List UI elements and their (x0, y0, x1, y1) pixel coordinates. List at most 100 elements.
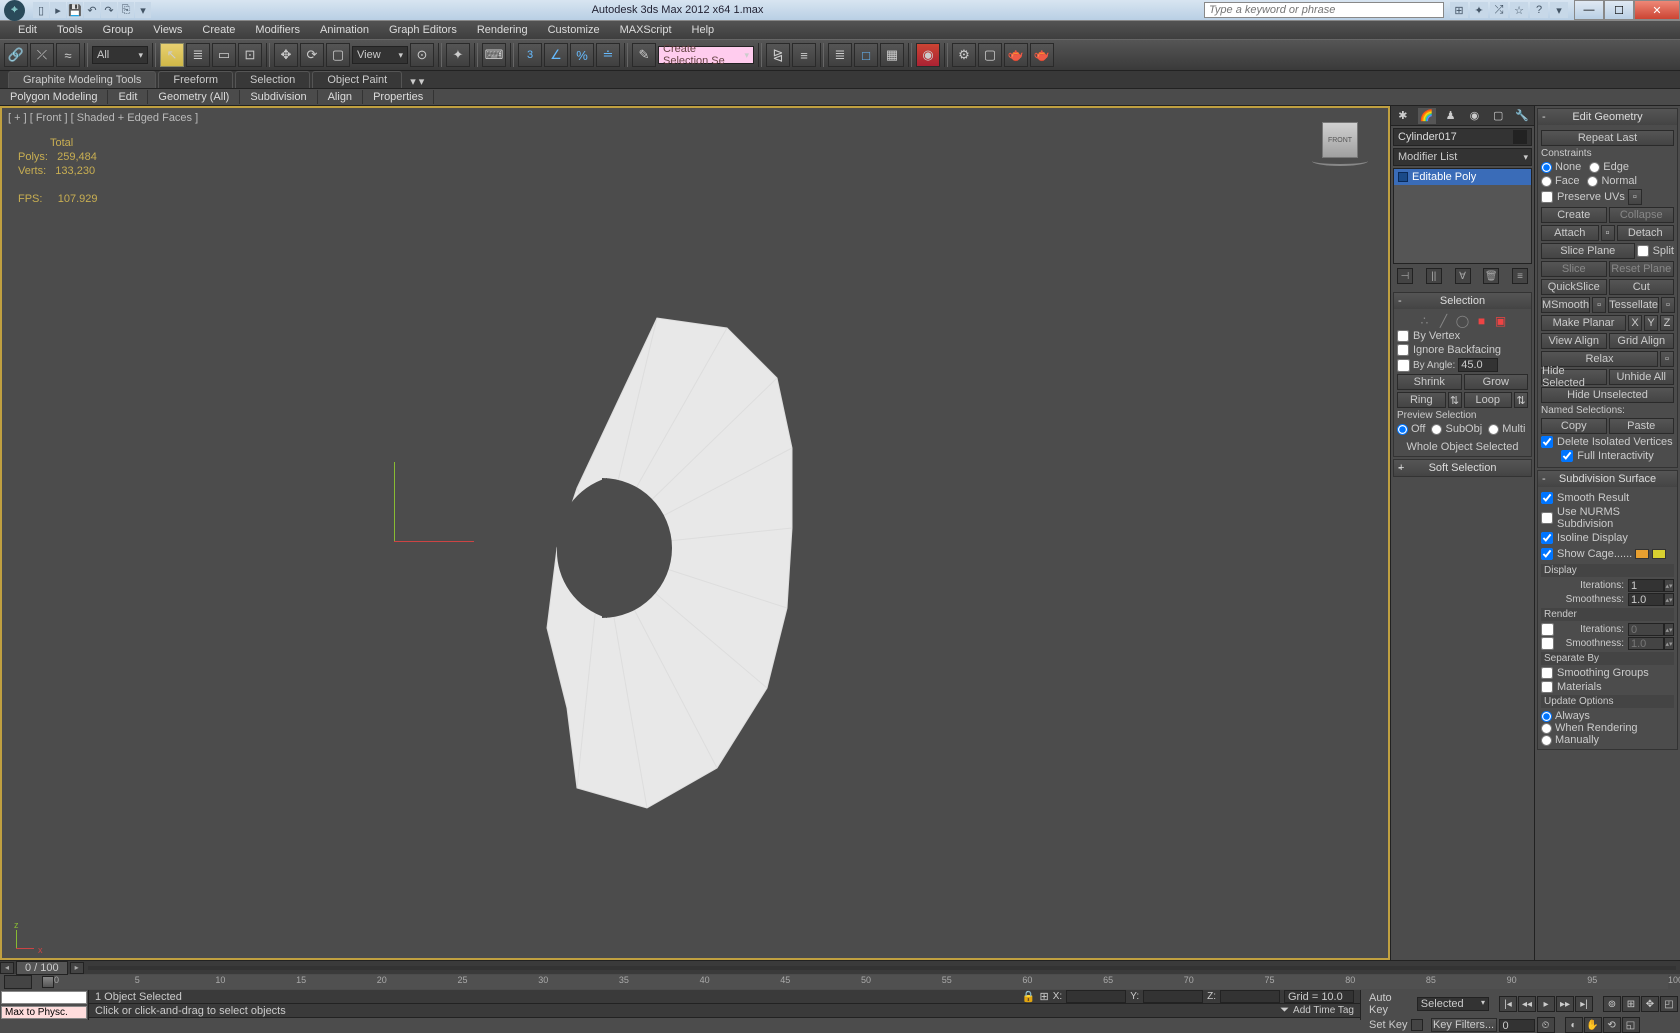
ribbon-expand-icon[interactable]: ▾ ▾ (410, 75, 424, 88)
delete-isolated-checkbox[interactable]: Delete Isolated Vertices (1541, 436, 1674, 448)
unhide-all-button[interactable]: Unhide All (1609, 369, 1675, 385)
menu-tools[interactable]: Tools (47, 22, 93, 38)
border-icon[interactable]: ◯ (1455, 314, 1471, 328)
full-interactivity-checkbox[interactable]: Full Interactivity (1541, 450, 1674, 462)
menu-views[interactable]: Views (143, 22, 192, 38)
menu-rendering[interactable]: Rendering (467, 22, 538, 38)
unique-icon[interactable]: ∀ (1455, 268, 1471, 284)
by-angle-spinner[interactable] (1458, 358, 1498, 372)
undo-icon[interactable]: ↶ (84, 2, 100, 18)
z-coord-input[interactable] (1220, 990, 1280, 1003)
next-frame-icon[interactable]: ▸▸ (1556, 996, 1574, 1012)
tab-object-paint[interactable]: Object Paint (312, 71, 402, 88)
new-icon[interactable]: ▯ (33, 2, 49, 18)
modifier-stack[interactable]: Editable Poly (1393, 168, 1532, 264)
nav-3-icon[interactable]: ✥ (1641, 996, 1659, 1012)
schematic-icon[interactable]: ▦ (880, 43, 904, 67)
hide-unselected-button[interactable]: Hide Unselected (1541, 387, 1674, 403)
transform-type-icon[interactable]: ⊞ (1040, 990, 1049, 1003)
mesh-object[interactable] (517, 228, 837, 868)
create-tab-icon[interactable]: ✱ (1394, 108, 1412, 124)
repeat-last-button[interactable]: Repeat Last (1541, 130, 1674, 146)
edit-geometry-header[interactable]: Edit Geometry (1538, 109, 1677, 125)
hierarchy-tab-icon[interactable]: ♟ (1442, 108, 1460, 124)
time-config-icon[interactable]: ⏲ (1537, 1017, 1555, 1033)
maximize-button[interactable]: ☐ (1604, 0, 1634, 20)
display-iterations-spinner[interactable]: Iterations:1▴▾ (1541, 579, 1674, 592)
tab-freeform[interactable]: Freeform (158, 71, 233, 88)
play-icon[interactable]: ▸ (1537, 996, 1555, 1012)
slice-button[interactable]: Slice (1541, 261, 1607, 277)
tessellate-button[interactable]: Tessellate (1608, 297, 1659, 313)
show-end-icon[interactable]: || (1426, 268, 1442, 284)
menu-create[interactable]: Create (192, 22, 245, 38)
tessellate-settings-icon[interactable]: ▫ (1661, 297, 1675, 313)
rendered-frame-icon[interactable]: ▢ (978, 43, 1002, 67)
grow-button[interactable]: Grow (1464, 374, 1529, 390)
redo-icon[interactable]: ↷ (101, 2, 117, 18)
angle-snap-icon[interactable]: ∠ (544, 43, 568, 67)
percent-snap-icon[interactable]: % (570, 43, 594, 67)
rotate-icon[interactable]: ⟳ (300, 43, 324, 67)
render-iterative-icon[interactable]: 🫖 (1030, 43, 1054, 67)
named-selection-dropdown[interactable]: Create Selection Se (658, 46, 754, 64)
nav-5-icon[interactable]: ◐ (1565, 1017, 1583, 1033)
favorites-icon[interactable]: ☆ (1510, 2, 1528, 18)
unlink-icon[interactable]: ⤫ (30, 43, 54, 67)
key-filters-button[interactable]: Key Filters... (1431, 1018, 1497, 1032)
soft-selection-header[interactable]: +Soft Selection (1394, 460, 1531, 476)
more-icon[interactable]: ▾ (135, 2, 151, 18)
align-icon[interactable]: ≡ (792, 43, 816, 67)
render-smoothness-spinner[interactable]: Smoothness:1.0▴▾ (1541, 637, 1674, 650)
close-button[interactable]: ✕ (1634, 0, 1680, 20)
help-dd-icon[interactable]: ▾ (1550, 2, 1568, 18)
utilities-tab-icon[interactable]: 🔧 (1513, 108, 1531, 124)
loop-spin-icon[interactable]: ⇅ (1514, 392, 1528, 408)
menu-modifiers[interactable]: Modifiers (245, 22, 310, 38)
view-align-button[interactable]: View Align (1541, 333, 1607, 349)
menu-animation[interactable]: Animation (310, 22, 379, 38)
app-icon[interactable]: ⌖ (4, 0, 25, 21)
spinner-snap-icon[interactable]: ≐ (596, 43, 620, 67)
select-object-icon[interactable]: ↖ (160, 43, 184, 67)
object-name-field[interactable]: Cylinder017 (1393, 128, 1532, 146)
shrink-button[interactable]: Shrink (1397, 374, 1462, 390)
minimize-button[interactable]: — (1574, 0, 1604, 20)
planar-x-button[interactable]: X (1628, 315, 1642, 331)
add-time-tag[interactable]: Add Time Tag (1293, 1005, 1354, 1016)
maxscript-listener[interactable] (1, 991, 87, 1004)
search-input[interactable] (1204, 2, 1444, 18)
x-coord-input[interactable] (1066, 990, 1126, 1003)
selection-rollout-header[interactable]: Selection (1394, 293, 1531, 309)
maxscript-macro[interactable]: Max to Physc. (1, 1006, 87, 1019)
constraint-face-radio[interactable]: Face (1541, 175, 1579, 187)
trackbar-icon[interactable] (4, 975, 32, 989)
display-tab-icon[interactable]: ▢ (1489, 108, 1507, 124)
preserve-uv-settings-icon[interactable]: ▫ (1628, 189, 1642, 205)
link-icon[interactable]: 🔗 (4, 43, 28, 67)
relax-settings-icon[interactable]: ▫ (1660, 351, 1674, 367)
lock-icon[interactable]: 🔒 (1022, 990, 1036, 1003)
loop-button[interactable]: Loop (1464, 392, 1513, 408)
key-filter-dropdown[interactable]: Selected (1417, 997, 1489, 1011)
remove-mod-icon[interactable]: 🗑 (1483, 268, 1499, 284)
preview-subobj-radio[interactable]: SubObj (1431, 423, 1482, 435)
move-icon[interactable]: ✥ (274, 43, 298, 67)
render-setup-icon[interactable]: ⚙ (952, 43, 976, 67)
slice-plane-button[interactable]: Slice Plane (1541, 243, 1635, 259)
nav-2-icon[interactable]: ⊞ (1622, 996, 1640, 1012)
materials-checkbox[interactable]: Materials (1541, 681, 1674, 693)
update-always-radio[interactable]: Always (1541, 710, 1674, 722)
panel-geometry[interactable]: Geometry (All) (148, 90, 240, 104)
goto-start-icon[interactable]: |◂ (1499, 996, 1517, 1012)
edge-icon[interactable]: ╱ (1436, 314, 1452, 328)
tab-selection[interactable]: Selection (235, 71, 310, 88)
panel-poly-modeling[interactable]: Polygon Modeling (0, 90, 108, 104)
detach-button[interactable]: Detach (1617, 225, 1675, 241)
planar-z-button[interactable]: Z (1660, 315, 1674, 331)
grid-align-button[interactable]: Grid Align (1609, 333, 1675, 349)
snap-icon[interactable]: 3 (518, 43, 542, 67)
motion-tab-icon[interactable]: ◉ (1465, 108, 1483, 124)
smooth-result-checkbox[interactable]: Smooth Result (1541, 492, 1674, 504)
panel-align[interactable]: Align (318, 90, 363, 104)
